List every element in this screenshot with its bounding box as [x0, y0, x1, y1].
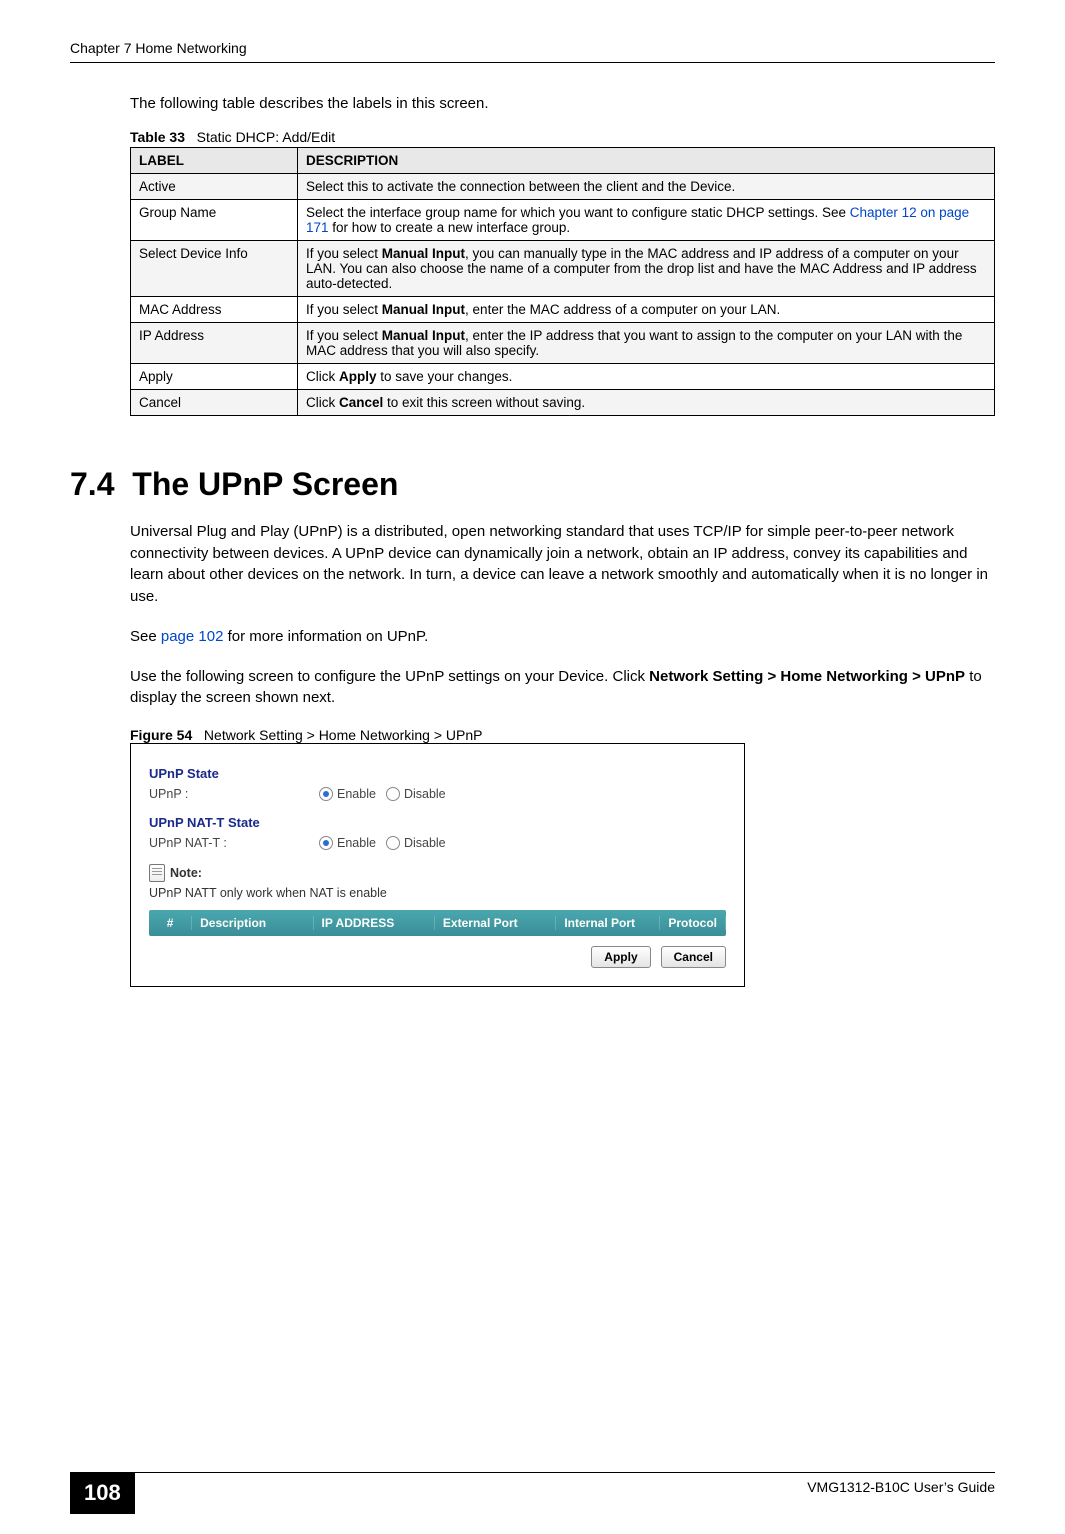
- enable-label: Enable: [337, 787, 376, 801]
- figure-caption: Figure 54 Network Setting > Home Network…: [130, 727, 995, 743]
- para-use-screen: Use the following screen to configure th…: [130, 666, 995, 710]
- upnp-natt-state-heading: UPnP NAT-T State: [149, 815, 726, 830]
- row-desc: Select the interface group name for whic…: [298, 199, 995, 240]
- static-dhcp-table: LABEL DESCRIPTION Active Select this to …: [130, 147, 995, 416]
- row-label: Group Name: [131, 199, 298, 240]
- section-number: 7.4: [70, 466, 114, 502]
- row-label: MAC Address: [131, 296, 298, 322]
- upnp-state-heading: UPnP State: [149, 766, 726, 781]
- upnp-natt-label: UPnP NAT-T :: [149, 836, 319, 850]
- row-label: Apply: [131, 363, 298, 389]
- col-description: Description: [192, 916, 313, 930]
- col-protocol: Protocol: [660, 916, 726, 930]
- table-row: IP Address If you select Manual Input, e…: [131, 322, 995, 363]
- col-external-port: External Port: [435, 916, 556, 930]
- table-row: Active Select this to activate the conne…: [131, 173, 995, 199]
- col-hash: #: [149, 916, 192, 930]
- page-number: 108: [70, 1472, 135, 1514]
- upnp-enable-radio[interactable]: [319, 787, 333, 801]
- table-row: Cancel Click Cancel to exit this screen …: [131, 389, 995, 415]
- table-number: Table 33: [130, 129, 185, 145]
- figure-title: Network Setting > Home Networking > UPnP: [204, 727, 483, 743]
- row-desc: Select this to activate the connection b…: [298, 173, 995, 199]
- table-caption: Table 33 Static DHCP: Add/Edit: [130, 129, 995, 145]
- natt-disable-radio[interactable]: [386, 836, 400, 850]
- disable-label: Disable: [404, 836, 446, 850]
- port-table-header: # Description IP ADDRESS External Port I…: [149, 910, 726, 936]
- para-upnp-intro: Universal Plug and Play (UPnP) is a dist…: [130, 521, 995, 608]
- natt-enable-radio[interactable]: [319, 836, 333, 850]
- note-icon: [149, 864, 165, 882]
- col-ipaddress: IP ADDRESS: [314, 916, 435, 930]
- row-label: Select Device Info: [131, 240, 298, 296]
- col-internal-port: Internal Port: [556, 916, 660, 930]
- intro-text: The following table describes the labels…: [130, 93, 995, 115]
- th-label: LABEL: [131, 147, 298, 173]
- row-desc: Click Cancel to exit this screen without…: [298, 389, 995, 415]
- table-row: MAC Address If you select Manual Input, …: [131, 296, 995, 322]
- section-title: The UPnP Screen: [132, 466, 398, 502]
- enable-label: Enable: [337, 836, 376, 850]
- row-label: Active: [131, 173, 298, 199]
- table-title: Static DHCP: Add/Edit: [197, 129, 336, 145]
- figure-number: Figure 54: [130, 727, 192, 743]
- row-desc: If you select Manual Input, enter the IP…: [298, 322, 995, 363]
- disable-label: Disable: [404, 787, 446, 801]
- section-heading: 7.4 The UPnP Screen: [70, 466, 995, 503]
- row-desc: If you select Manual Input, enter the MA…: [298, 296, 995, 322]
- para-see-page: See page 102 for more information on UPn…: [130, 626, 995, 648]
- row-desc: Click Apply to save your changes.: [298, 363, 995, 389]
- table-row: Group Name Select the interface group na…: [131, 199, 995, 240]
- row-label: Cancel: [131, 389, 298, 415]
- cancel-button[interactable]: Cancel: [661, 946, 726, 968]
- guide-name: VMG1312-B10C User’s Guide: [807, 1473, 995, 1495]
- row-label: IP Address: [131, 322, 298, 363]
- apply-button[interactable]: Apply: [591, 946, 650, 968]
- upnp-figure: UPnP State UPnP : Enable Disable UPnP NA…: [130, 743, 745, 987]
- th-description: DESCRIPTION: [298, 147, 995, 173]
- link-page102[interactable]: page 102: [161, 628, 224, 645]
- chapter-header: Chapter 7 Home Networking: [70, 40, 247, 56]
- note-label: Note:: [170, 866, 202, 880]
- upnp-disable-radio[interactable]: [386, 787, 400, 801]
- upnp-label: UPnP :: [149, 787, 319, 801]
- note-text: UPnP NATT only work when NAT is enable: [149, 886, 726, 900]
- row-desc: If you select Manual Input, you can manu…: [298, 240, 995, 296]
- table-row: Apply Click Apply to save your changes.: [131, 363, 995, 389]
- table-row: Select Device Info If you select Manual …: [131, 240, 995, 296]
